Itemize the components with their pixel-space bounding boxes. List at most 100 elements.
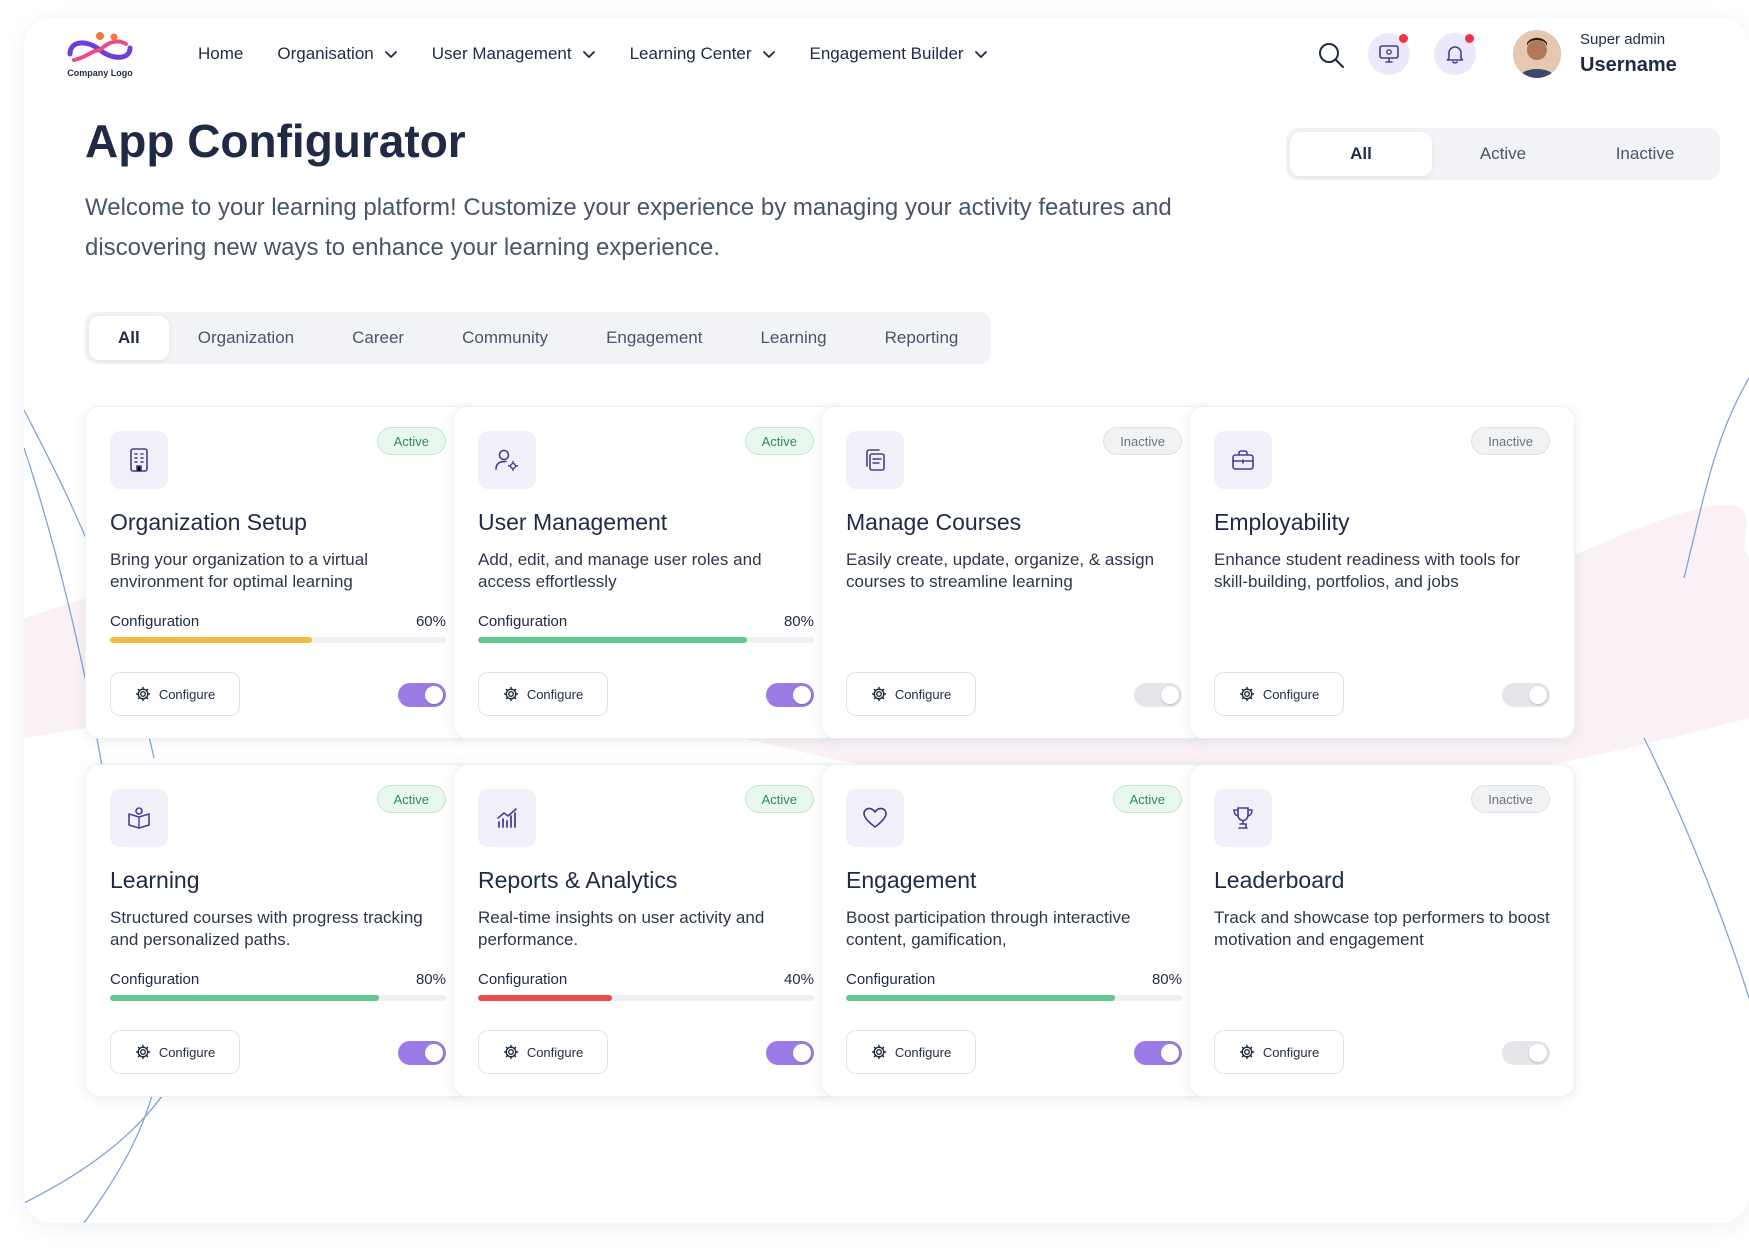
status-filter-all[interactable]: All <box>1290 132 1432 176</box>
toggle-knob <box>1161 1044 1179 1062</box>
progress-fill <box>110 995 379 1001</box>
category-tab-engagement[interactable]: Engagement <box>577 316 731 360</box>
card-user-management: Active User Management Add, edit, and ma… <box>453 406 839 739</box>
nav-user-management-label: User Management <box>431 44 572 63</box>
nav-engagement-builder[interactable]: Engagement Builder <box>810 44 988 64</box>
configure-button[interactable]: Configure <box>1214 1030 1344 1074</box>
nav-engagement-builder-label: Engagement Builder <box>809 44 964 63</box>
nav-home[interactable]: Home <box>198 44 243 64</box>
configure-button[interactable]: Configure <box>478 672 608 716</box>
app-window: Company Logo Home Organisation User Mana… <box>24 18 1749 1223</box>
category-tab-organization[interactable]: Organization <box>169 316 323 360</box>
card-reports-analytics: Active Reports & Analytics Real-time ins… <box>453 764 839 1097</box>
feature-toggle[interactable] <box>766 1041 814 1065</box>
card-title: Employability <box>1214 509 1350 535</box>
configure-button[interactable]: Configure <box>478 1030 608 1074</box>
chevron-down-icon <box>384 51 397 58</box>
configure-button-label: Configure <box>1262 1044 1320 1060</box>
configure-button[interactable]: Configure <box>110 1030 240 1074</box>
configuration-label: Configuration <box>110 971 200 988</box>
configure-button-label: Configure <box>158 1044 216 1060</box>
gear-icon <box>1239 686 1255 702</box>
status-badge: Active <box>744 785 814 813</box>
category-tab-reporting[interactable]: Reporting <box>856 316 988 360</box>
gear-icon <box>135 1044 151 1060</box>
page-title: App Configurator <box>85 115 466 167</box>
configure-button-label: Configure <box>1262 686 1320 702</box>
configuration-percent: 60% <box>415 613 446 630</box>
card-title: Manage Courses <box>846 509 1022 535</box>
progress-fill <box>478 995 613 1001</box>
nav-user-management[interactable]: User Management <box>432 44 596 64</box>
configure-button[interactable]: Configure <box>846 1030 976 1074</box>
monitor-settings-icon <box>1379 45 1399 63</box>
toggle-knob <box>1161 686 1179 704</box>
chevron-down-icon <box>762 51 775 58</box>
toggle-knob <box>793 1044 811 1062</box>
category-tab-community[interactable]: Community <box>433 316 577 360</box>
gear-icon <box>503 1044 519 1060</box>
card-icon-box <box>846 431 904 489</box>
toggle-knob <box>793 686 811 704</box>
progress-track <box>478 995 814 1001</box>
feature-toggle[interactable] <box>398 1041 446 1065</box>
notifications-button[interactable] <box>1434 33 1476 75</box>
progress-fill <box>846 995 1115 1001</box>
search-icon[interactable] <box>1316 40 1346 70</box>
feature-toggle[interactable] <box>1502 1041 1550 1065</box>
status-badge: Active <box>376 427 446 455</box>
category-tab-career[interactable]: Career <box>323 316 433 360</box>
progress-fill <box>110 637 312 643</box>
notification-dot <box>1465 34 1474 43</box>
chevron-down-icon <box>974 51 987 58</box>
progress-track <box>846 995 1182 1001</box>
card-icon-box <box>478 431 536 489</box>
card-description: Bring your organization to a virtual env… <box>110 550 368 591</box>
configure-button-label: Configure <box>894 686 952 702</box>
status-badge: Active <box>1112 785 1182 813</box>
feature-toggle[interactable] <box>1134 683 1182 707</box>
feature-toggle[interactable] <box>1134 1041 1182 1065</box>
user-role: Super admin <box>1580 31 1666 48</box>
company-logo[interactable]: Company Logo <box>60 28 140 84</box>
card-icon-box <box>110 789 168 847</box>
nav-learning-center[interactable]: Learning Center <box>630 44 776 64</box>
card-icon-box <box>110 431 168 489</box>
card-manage-courses: Inactive Manage Courses Easily create, u… <box>821 406 1207 739</box>
configure-button[interactable]: Configure <box>1214 672 1344 716</box>
configuration-percent: 40% <box>783 971 814 988</box>
monitor-settings-button[interactable] <box>1368 33 1410 75</box>
nav-learning-center-label: Learning Center <box>629 44 752 63</box>
card-description: Real-time insights on user activity and … <box>478 908 765 949</box>
chevron-down-icon <box>582 51 595 58</box>
status-filter-inactive[interactable]: Inactive <box>1574 132 1716 176</box>
category-tab-all[interactable]: All <box>89 316 169 360</box>
card-icon-box <box>846 789 904 847</box>
category-tab-learning[interactable]: Learning <box>731 316 855 360</box>
user-avatar-icon <box>1513 30 1561 78</box>
progress-track <box>110 637 446 643</box>
avatar[interactable] <box>1513 30 1561 78</box>
toggle-knob <box>1529 686 1547 704</box>
nav-organisation[interactable]: Organisation <box>277 44 397 64</box>
briefcase-icon <box>1232 450 1254 470</box>
card-description: Easily create, update, organize, & assig… <box>846 550 1155 591</box>
configure-button[interactable]: Configure <box>110 672 240 716</box>
feature-toggle[interactable] <box>1502 683 1550 707</box>
page-description: Welcome to your learning platform! Custo… <box>85 194 1172 261</box>
status-filter-active[interactable]: Active <box>1432 132 1574 176</box>
configuration-label: Configuration <box>846 971 936 988</box>
progress-fill <box>478 637 747 643</box>
notification-dot <box>1399 34 1408 43</box>
configure-button-label: Configure <box>526 1044 584 1060</box>
gear-icon <box>871 1044 887 1060</box>
configure-button-label: Configure <box>894 1044 952 1060</box>
configuration-label: Configuration <box>110 613 200 630</box>
user-settings-icon <box>495 449 519 472</box>
configure-button[interactable]: Configure <box>846 672 976 716</box>
feature-toggle[interactable] <box>766 683 814 707</box>
configuration-percent: 80% <box>415 971 446 988</box>
card-engagement: Active Engagement Boost participation th… <box>821 764 1207 1097</box>
card-description: Enhance student readiness with tools for… <box>1214 550 1521 591</box>
feature-toggle[interactable] <box>398 683 446 707</box>
